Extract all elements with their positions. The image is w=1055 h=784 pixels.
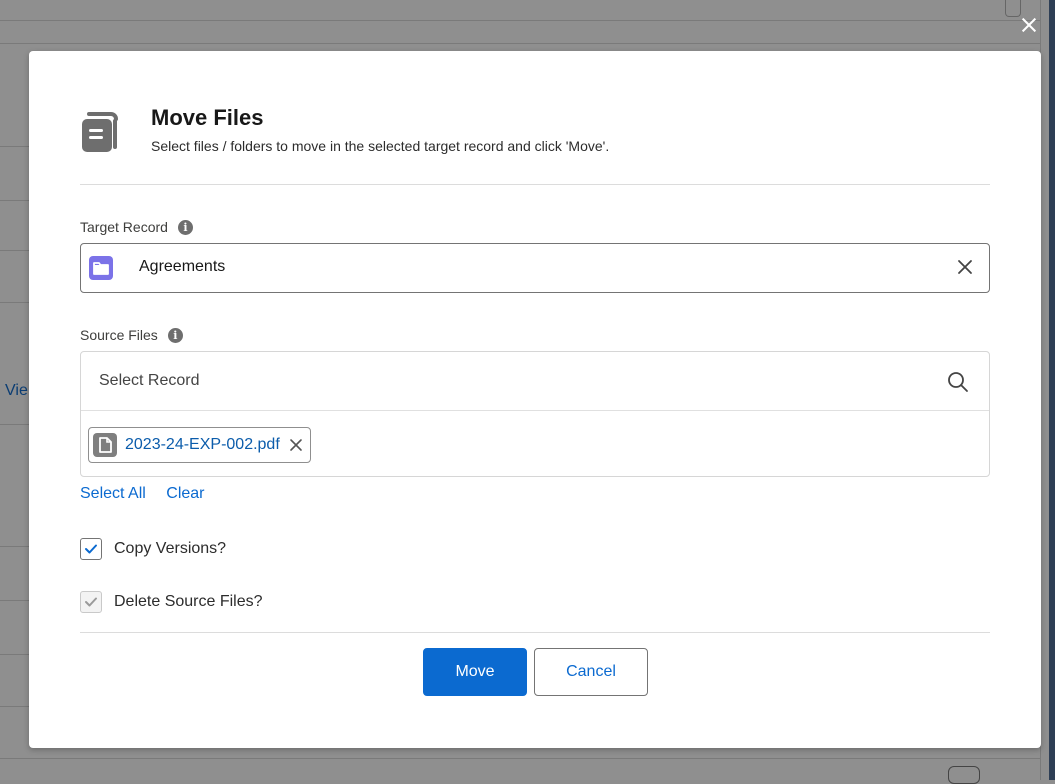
select-record-input[interactable] xyxy=(99,368,919,394)
copy-versions-option[interactable]: Copy Versions? xyxy=(80,538,226,560)
selected-file-name[interactable]: 2023-24-EXP-002.pdf xyxy=(125,436,280,454)
target-record-value: Agreements xyxy=(139,258,226,275)
target-record-label-text: Target Record xyxy=(80,219,168,235)
target-record-label: Target Record i xyxy=(80,219,193,235)
source-files-label-text: Source Files xyxy=(80,327,158,343)
bg-scroll-strip xyxy=(1049,0,1055,780)
source-files-box: 2023-24-EXP-002.pdf xyxy=(80,351,990,477)
delete-source-option: Delete Source Files? xyxy=(80,591,263,613)
copy-versions-label: Copy Versions? xyxy=(114,540,227,557)
clear-selection-icon[interactable] xyxy=(955,257,975,277)
footer-divider xyxy=(80,632,990,633)
modal-subtitle: Select files / folders to move in the se… xyxy=(151,138,610,154)
delete-source-checkbox xyxy=(80,591,102,613)
info-icon[interactable]: i xyxy=(177,219,193,235)
move-files-modal: Move Files Select files / folders to mov… xyxy=(29,51,1041,748)
copy-versions-checkbox[interactable] xyxy=(80,538,102,560)
bg-element xyxy=(948,766,980,784)
bg-link-text: Vie xyxy=(5,382,28,399)
bg-divider xyxy=(0,20,1040,21)
cancel-button[interactable]: Cancel xyxy=(534,648,648,696)
close-modal-icon[interactable] xyxy=(1017,14,1041,38)
bg-divider xyxy=(0,43,1040,44)
selection-links: Select All Clear xyxy=(80,485,221,503)
info-icon[interactable]: i xyxy=(167,327,183,343)
document-icon xyxy=(93,433,117,457)
clear-link[interactable]: Clear xyxy=(166,485,204,502)
search-row xyxy=(81,352,989,411)
modal-title: Move Files xyxy=(151,105,264,130)
target-record-field[interactable]: Agreements xyxy=(80,243,990,293)
bg-divider xyxy=(0,758,1040,759)
folder-icon xyxy=(89,256,113,280)
select-all-link[interactable]: Select All xyxy=(80,485,146,502)
remove-file-icon[interactable] xyxy=(288,437,304,453)
move-button[interactable]: Move xyxy=(423,648,527,696)
delete-source-label: Delete Source Files? xyxy=(114,593,263,610)
files-icon xyxy=(82,112,118,152)
header-divider xyxy=(80,184,990,185)
selected-file-pill[interactable]: 2023-24-EXP-002.pdf xyxy=(88,427,311,463)
search-icon[interactable] xyxy=(947,371,969,393)
source-files-label: Source Files i xyxy=(80,327,183,343)
